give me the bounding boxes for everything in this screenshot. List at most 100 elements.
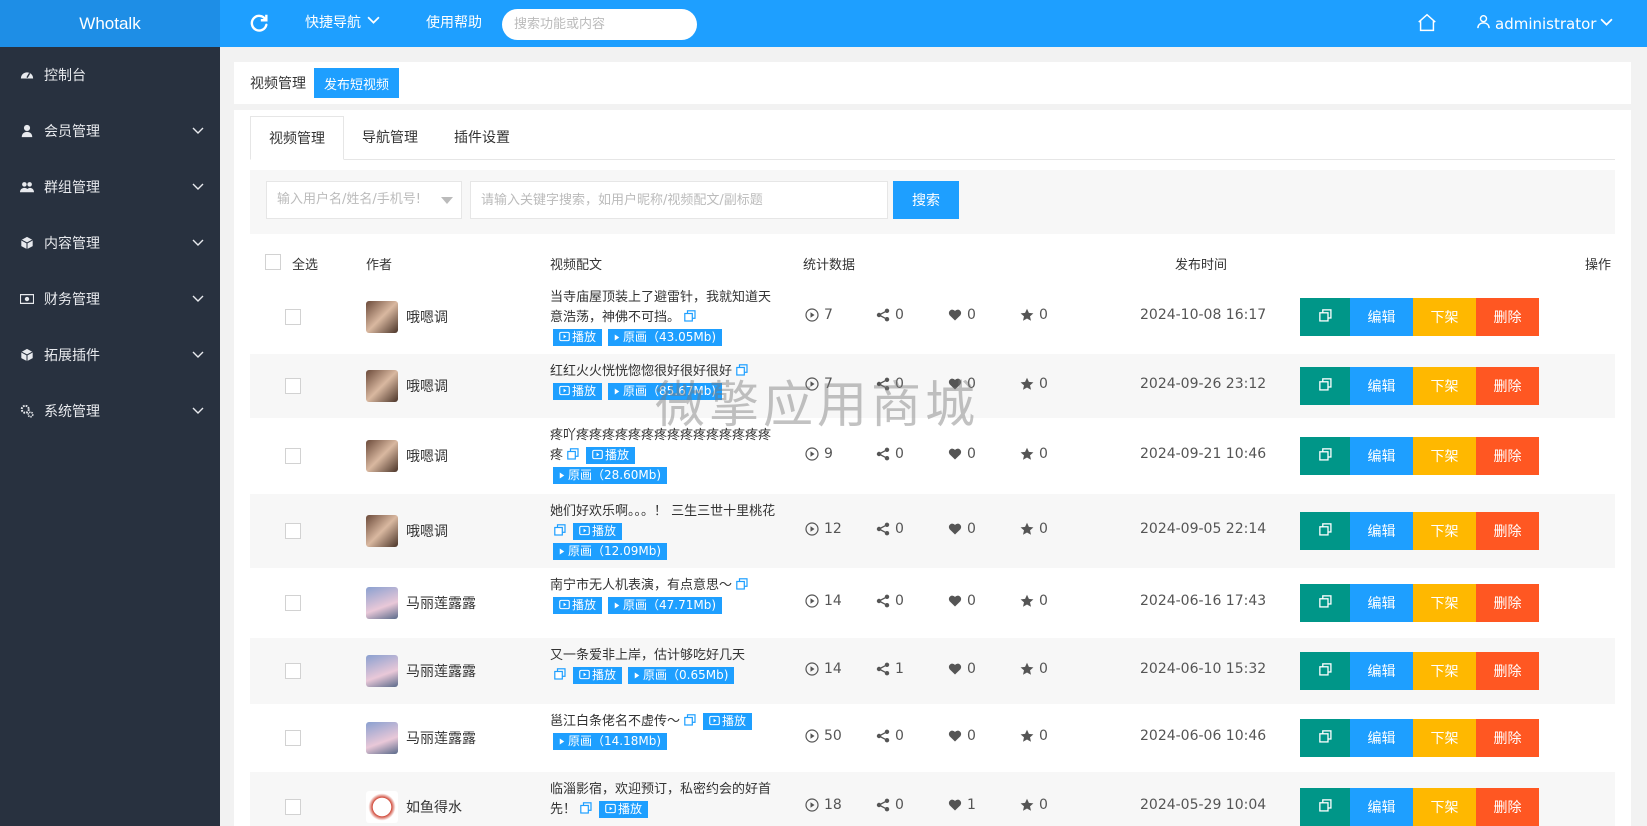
favorite-count-value: 0 xyxy=(1039,376,1048,392)
play-tag[interactable]: 播放 xyxy=(573,667,623,684)
original-quality-tag[interactable]: 原画（85.67Mb) xyxy=(608,383,723,400)
delete-button[interactable]: 删除 xyxy=(1476,512,1539,550)
copy-icon[interactable] xyxy=(684,309,696,322)
row-checkbox[interactable] xyxy=(285,309,301,325)
sidebar-item-members[interactable]: 会员管理 xyxy=(0,103,220,159)
sidebar-item-finance[interactable]: 财务管理 xyxy=(0,271,220,327)
home-icon[interactable] xyxy=(1416,12,1438,34)
copy-button[interactable] xyxy=(1300,788,1350,826)
sidebar-item-dashboard[interactable]: 控制台 xyxy=(0,47,220,103)
play-tag[interactable]: 播放 xyxy=(586,447,636,464)
edit-button[interactable]: 编辑 xyxy=(1350,367,1413,405)
edit-button[interactable]: 编辑 xyxy=(1350,719,1413,757)
keyword-input[interactable] xyxy=(470,181,888,219)
copy-button[interactable] xyxy=(1300,437,1350,475)
edit-button[interactable]: 编辑 xyxy=(1350,512,1413,550)
tab-video-management[interactable]: 视频管理 xyxy=(250,116,344,160)
copy-icon[interactable] xyxy=(684,713,696,726)
copy-icon[interactable] xyxy=(554,523,566,536)
original-quality-tag[interactable]: 原画（28.60Mb) xyxy=(553,467,668,484)
app-logo[interactable]: Whotalk xyxy=(0,0,220,47)
delete-button[interactable]: 删除 xyxy=(1476,437,1539,475)
sidebar-item-system[interactable]: 系统管理 xyxy=(0,383,220,439)
like-count-value: 0 xyxy=(967,661,976,677)
play-tag[interactable]: 播放 xyxy=(553,597,603,614)
play-tag[interactable]: 播放 xyxy=(599,801,649,818)
row-checkbox[interactable] xyxy=(285,448,301,464)
author-name[interactable]: 马丽莲露露 xyxy=(406,593,476,613)
user-select[interactable]: 输入用户名/姓名/手机号! xyxy=(266,181,462,219)
edit-button[interactable]: 编辑 xyxy=(1350,652,1413,690)
copy-icon[interactable] xyxy=(736,363,748,376)
copy-button[interactable] xyxy=(1300,652,1350,690)
refresh-icon[interactable] xyxy=(248,12,270,34)
search-button[interactable]: 搜索 xyxy=(893,181,959,219)
delete-button[interactable]: 删除 xyxy=(1476,719,1539,757)
copy-button[interactable] xyxy=(1300,719,1350,757)
author-name[interactable]: 哦嗯调 xyxy=(406,307,448,327)
help-link[interactable]: 使用帮助 xyxy=(426,0,482,47)
delete-button[interactable]: 删除 xyxy=(1476,652,1539,690)
original-quality-tag[interactable]: 原画（0.65Mb) xyxy=(628,667,735,684)
author-name[interactable]: 马丽莲露露 xyxy=(406,661,476,681)
original-label: 原画（47.71Mb) xyxy=(623,598,717,612)
scrollbar[interactable] xyxy=(1640,47,1647,826)
delete-button[interactable]: 删除 xyxy=(1476,298,1539,336)
copy-button[interactable] xyxy=(1300,298,1350,336)
play-tag[interactable]: 播放 xyxy=(703,713,753,730)
row-checkbox[interactable] xyxy=(285,595,301,611)
play-tag[interactable]: 播放 xyxy=(553,329,603,346)
edit-button[interactable]: 编辑 xyxy=(1350,437,1413,475)
global-search-input[interactable] xyxy=(502,9,697,40)
copy-icon[interactable] xyxy=(554,667,566,680)
copy-icon[interactable] xyxy=(567,447,579,460)
take-down-button[interactable]: 下架 xyxy=(1413,437,1476,475)
play-tag[interactable]: 播放 xyxy=(573,523,623,540)
sidebar-item-groups[interactable]: 群组管理 xyxy=(0,159,220,215)
edit-button[interactable]: 编辑 xyxy=(1350,788,1413,826)
copy-button[interactable] xyxy=(1300,367,1350,405)
row-checkbox[interactable] xyxy=(285,378,301,394)
edit-button[interactable]: 编辑 xyxy=(1350,298,1413,336)
row-checkbox[interactable] xyxy=(285,523,301,539)
author-name[interactable]: 哦嗯调 xyxy=(406,446,448,466)
play-count: 50 xyxy=(805,728,842,744)
tab-plugin-settings[interactable]: 插件设置 xyxy=(436,116,528,160)
copy-button[interactable] xyxy=(1300,584,1350,622)
delete-button[interactable]: 删除 xyxy=(1476,584,1539,622)
edit-button[interactable]: 编辑 xyxy=(1350,584,1413,622)
delete-button[interactable]: 删除 xyxy=(1476,788,1539,826)
take-down-button[interactable]: 下架 xyxy=(1413,652,1476,690)
copy-icon[interactable] xyxy=(580,801,592,814)
quick-nav-menu[interactable]: 快捷导航 xyxy=(305,0,380,47)
publish-video-button[interactable]: 发布短视频 xyxy=(314,68,400,98)
delete-button[interactable]: 删除 xyxy=(1476,367,1539,405)
original-quality-tag[interactable]: 原画（47.71Mb) xyxy=(608,597,723,614)
copy-icon[interactable] xyxy=(736,577,748,590)
original-quality-tag[interactable]: 原画（14.18Mb) xyxy=(553,733,668,750)
row-checkbox[interactable] xyxy=(285,799,301,815)
author-name[interactable]: 马丽莲露露 xyxy=(406,728,476,748)
original-quality-tag[interactable]: 原画（12.09Mb) xyxy=(553,543,668,560)
author-name[interactable]: 如鱼得水 xyxy=(406,797,462,817)
take-down-button[interactable]: 下架 xyxy=(1413,512,1476,550)
row-checkbox[interactable] xyxy=(285,663,301,679)
take-down-button[interactable]: 下架 xyxy=(1413,298,1476,336)
sidebar-item-content[interactable]: 内容管理 xyxy=(0,215,220,271)
play-count-value: 50 xyxy=(824,728,842,744)
take-down-button[interactable]: 下架 xyxy=(1413,367,1476,405)
tab-nav-management[interactable]: 导航管理 xyxy=(344,116,436,160)
select-all-checkbox[interactable] xyxy=(265,254,281,270)
take-down-button[interactable]: 下架 xyxy=(1413,788,1476,826)
sidebar-item-plugins[interactable]: 拓展插件 xyxy=(0,327,220,383)
row-checkbox[interactable] xyxy=(285,730,301,746)
user-menu[interactable]: administrator xyxy=(1476,0,1613,47)
author-name[interactable]: 哦嗯调 xyxy=(406,521,448,541)
author-name[interactable]: 哦嗯调 xyxy=(406,376,448,396)
take-down-button[interactable]: 下架 xyxy=(1413,719,1476,757)
take-down-button[interactable]: 下架 xyxy=(1413,584,1476,622)
copy-button[interactable] xyxy=(1300,512,1350,550)
original-quality-tag[interactable]: 原画（43.05Mb) xyxy=(608,329,723,346)
play-tag[interactable]: 播放 xyxy=(553,383,603,400)
star-icon xyxy=(1020,798,1034,812)
